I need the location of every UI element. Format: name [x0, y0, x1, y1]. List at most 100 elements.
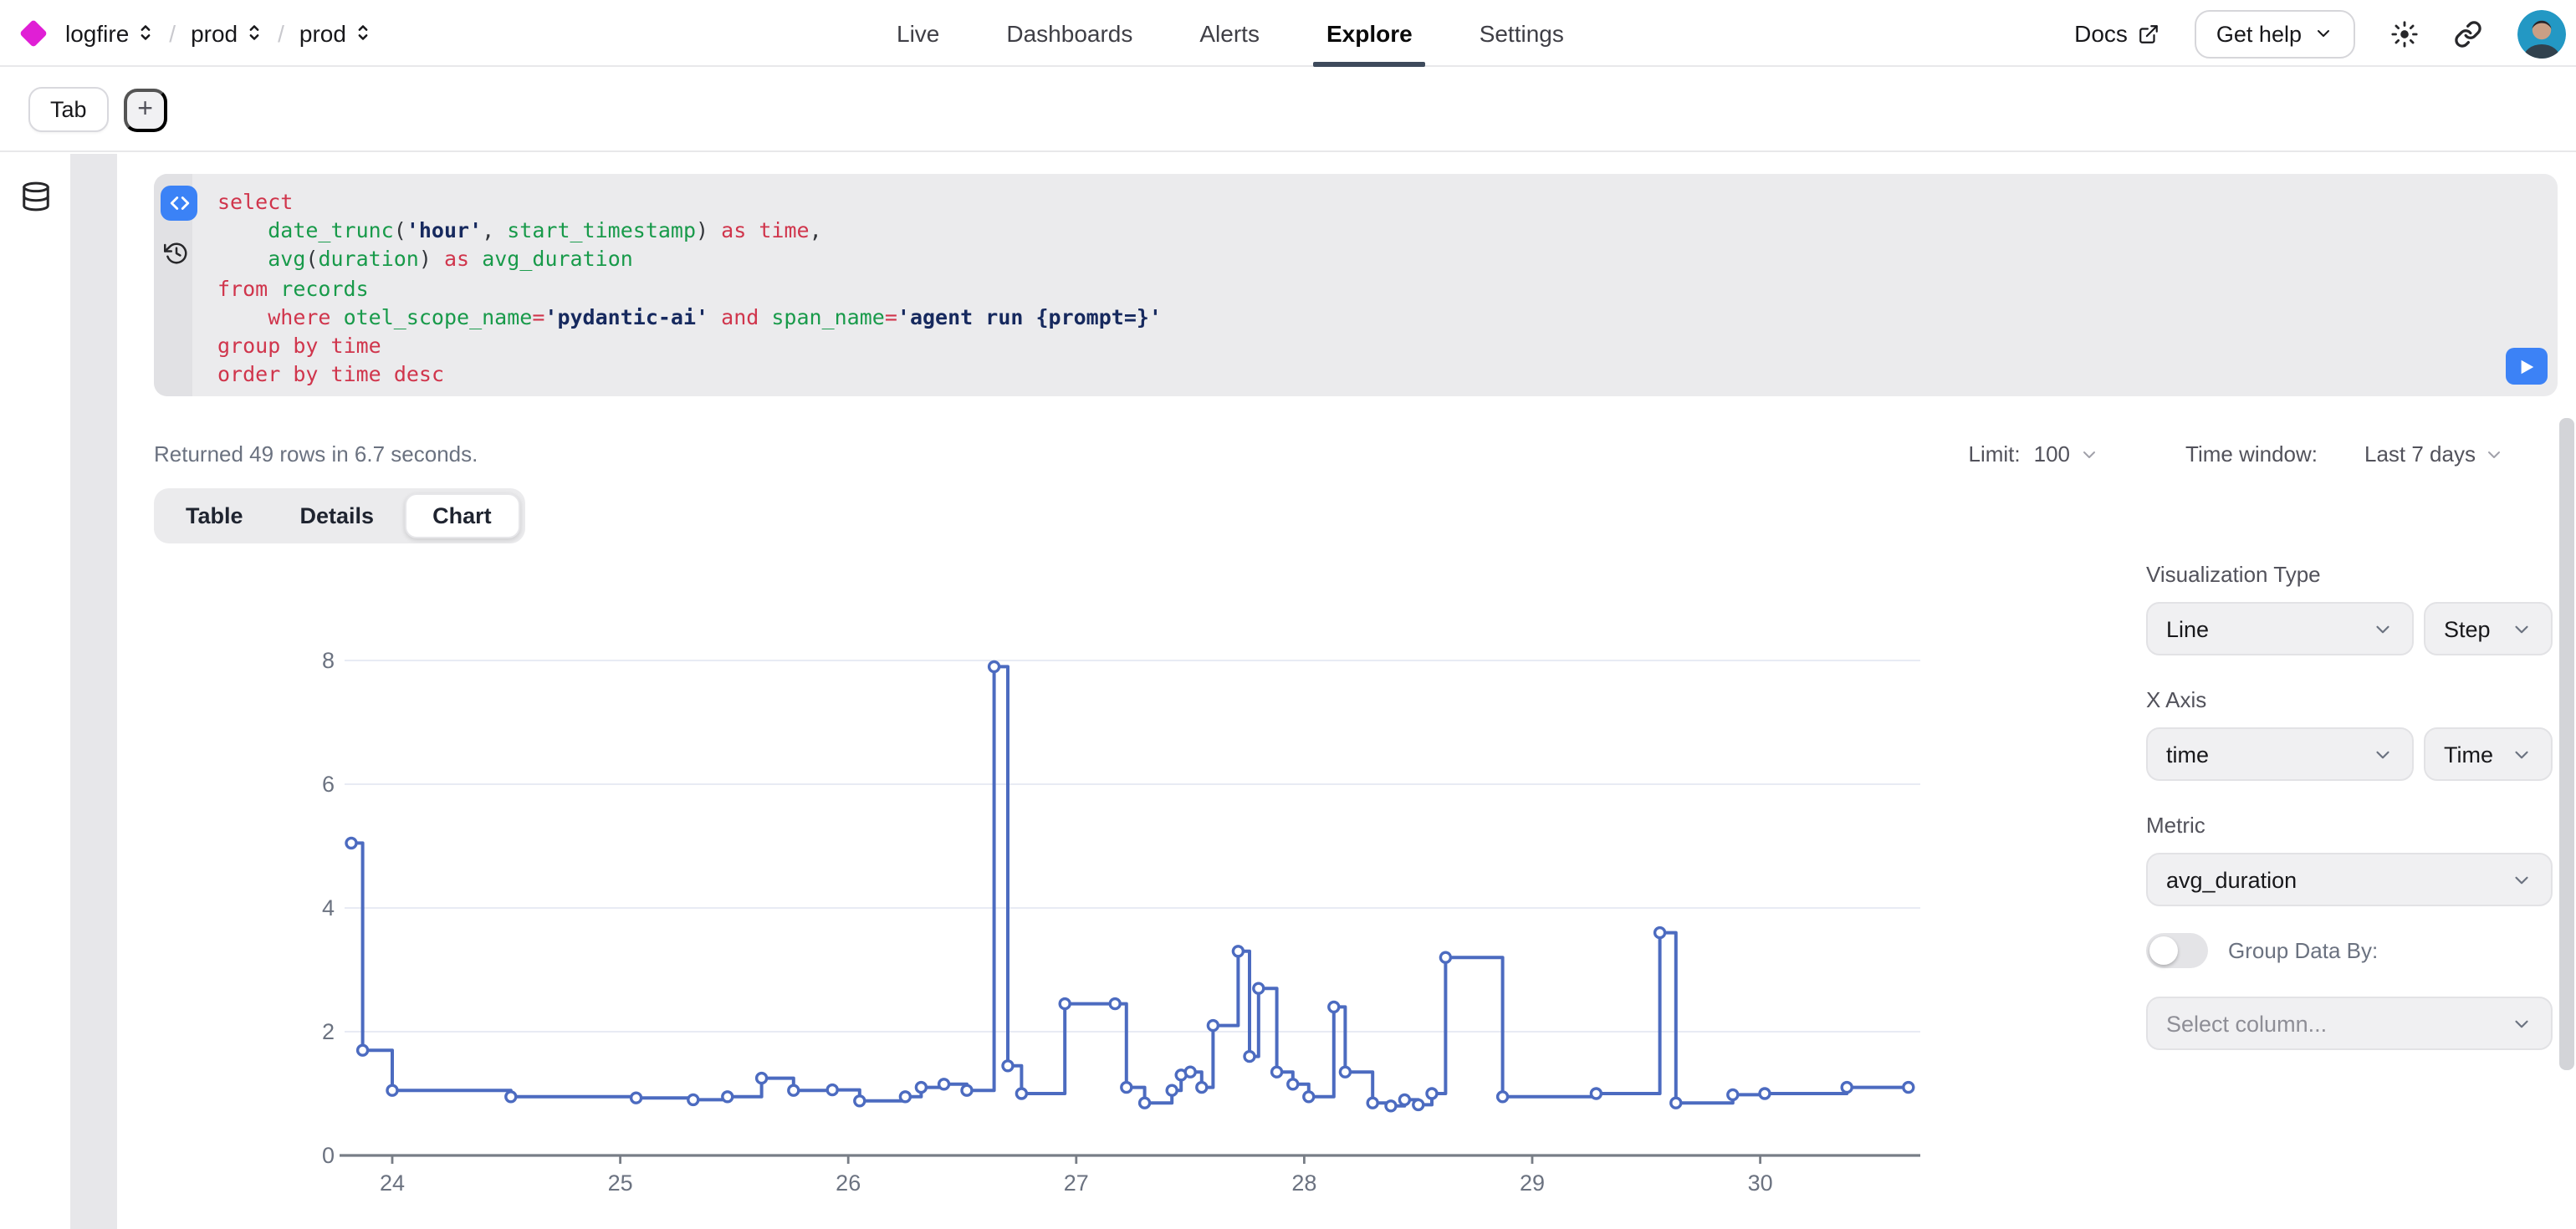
- logfire-logo-icon: [19, 18, 48, 47]
- link-icon: [2454, 19, 2482, 48]
- line-style-value: Step: [2444, 616, 2491, 641]
- sql-editor[interactable]: select date_trunc('hour', start_timestam…: [154, 174, 2558, 396]
- breadcrumb: logfire / prod / prod: [23, 19, 371, 46]
- vertical-scrollbar[interactable]: [2559, 418, 2574, 1070]
- toggle-knob: [2149, 936, 2178, 965]
- chevron-down-icon: [2511, 1012, 2533, 1034]
- theme-toggle-button[interactable]: [2390, 19, 2419, 48]
- top-navbar: logfire / prod / prod Live Dashboards Al…: [0, 0, 2576, 67]
- chevron-down-icon: [2372, 618, 2394, 640]
- nav-item-live[interactable]: Live: [897, 0, 939, 67]
- query-status-text: Returned 49 rows in 6.7 seconds.: [154, 441, 478, 467]
- svg-text:24: 24: [380, 1170, 405, 1196]
- results-controls: Limit: 100 Time window: Last 7 days: [1969, 441, 2505, 467]
- limit-label: Limit:: [1969, 441, 2021, 467]
- sort-updown-icon: [355, 23, 371, 42]
- x-axis-type-value: Time: [2444, 742, 2493, 767]
- group-data-by-label: Group Data By:: [2228, 938, 2378, 963]
- project-switcher[interactable]: prod: [191, 19, 263, 46]
- svg-text:6: 6: [322, 772, 335, 797]
- visualization-type-label: Visualization Type: [2146, 562, 2553, 587]
- history-icon: [164, 241, 189, 266]
- docs-link[interactable]: Docs: [2074, 20, 2159, 47]
- svg-text:4: 4: [322, 895, 335, 920]
- group-by-column-select[interactable]: Select column...: [2146, 997, 2553, 1050]
- svg-text:30: 30: [1748, 1170, 1773, 1196]
- svg-text:25: 25: [608, 1170, 633, 1196]
- run-query-button[interactable]: [2506, 348, 2548, 385]
- line-style-select[interactable]: Step: [2424, 602, 2553, 655]
- svg-text:29: 29: [1520, 1170, 1545, 1196]
- chart-options-panel: Visualization Type Line Step X Axis time…: [2146, 562, 2553, 1050]
- group-data-toggle[interactable]: [2146, 933, 2208, 968]
- x-axis-type-select[interactable]: Time: [2424, 727, 2553, 781]
- nav-item-alerts[interactable]: Alerts: [1199, 0, 1260, 67]
- results-status-row: Returned 49 rows in 6.7 seconds. Limit: …: [154, 441, 2504, 467]
- sort-updown-icon: [137, 23, 154, 42]
- docs-label: Docs: [2074, 20, 2128, 47]
- share-link-button[interactable]: [2454, 19, 2482, 48]
- chevron-down-icon: [2484, 444, 2504, 464]
- get-help-label: Get help: [2216, 21, 2302, 46]
- result-view-tabs: Table Details Chart: [154, 488, 525, 543]
- code-icon: [168, 192, 190, 214]
- org-name: logfire: [65, 19, 129, 46]
- chevron-down-icon: [2511, 869, 2533, 890]
- logfire-app: logfire / prod / prod Live Dashboards Al…: [0, 0, 2576, 1229]
- svg-text:0: 0: [322, 1143, 335, 1168]
- breadcrumb-separator: /: [278, 19, 284, 46]
- user-avatar[interactable]: [2517, 9, 2566, 58]
- nav-item-explore[interactable]: Explore: [1326, 0, 1413, 67]
- chevron-down-icon: [2511, 743, 2533, 765]
- sql-query-text[interactable]: select date_trunc('hour', start_timestam…: [217, 187, 1162, 389]
- breadcrumb-separator: /: [169, 19, 176, 46]
- visualization-type-value: Line: [2166, 616, 2209, 641]
- x-axis-column-select[interactable]: time: [2146, 727, 2414, 781]
- tab-chart[interactable]: Chart: [404, 493, 520, 538]
- query-tabs-bar: Tab +: [0, 69, 2576, 152]
- svg-text:2: 2: [322, 1019, 335, 1044]
- svg-text:27: 27: [1064, 1170, 1089, 1196]
- chevron-down-icon: [2313, 23, 2333, 43]
- svg-text:28: 28: [1291, 1170, 1316, 1196]
- tab-details[interactable]: Details: [273, 495, 401, 537]
- org-switcher[interactable]: logfire: [65, 19, 154, 46]
- env-name: prod: [299, 19, 346, 46]
- time-window-select[interactable]: Last 7 days: [2364, 441, 2504, 467]
- query-history-button[interactable]: [164, 241, 189, 274]
- tab-table[interactable]: Table: [159, 495, 270, 537]
- time-window-label: Time window:: [2185, 441, 2318, 467]
- chevron-down-icon: [2372, 743, 2394, 765]
- chevron-down-icon: [2511, 618, 2533, 640]
- x-axis-column-value: time: [2166, 742, 2209, 767]
- x-axis-label: X Axis: [2146, 687, 2553, 712]
- metric-select[interactable]: avg_duration: [2146, 853, 2553, 906]
- main-nav: Live Dashboards Alerts Explore Settings: [897, 0, 1564, 67]
- play-icon: [2517, 357, 2536, 375]
- schema-browser-button[interactable]: [17, 181, 54, 212]
- panel-resizer[interactable]: [70, 154, 117, 1229]
- limit-select[interactable]: 100: [2034, 441, 2098, 467]
- svg-text:26: 26: [836, 1170, 861, 1196]
- external-link-icon: [2138, 23, 2159, 44]
- database-icon: [19, 181, 51, 212]
- limit-value: 100: [2034, 441, 2070, 467]
- add-tab-button[interactable]: +: [124, 88, 167, 131]
- visualization-type-select[interactable]: Line: [2146, 602, 2414, 655]
- navbar-actions: Docs Get help: [2074, 0, 2566, 67]
- time-window-value: Last 7 days: [2364, 441, 2476, 467]
- env-switcher[interactable]: prod: [299, 19, 371, 46]
- group-by-placeholder: Select column...: [2166, 1011, 2327, 1036]
- avatar-image: [2517, 9, 2566, 58]
- query-tab[interactable]: Tab: [28, 87, 109, 132]
- nav-item-settings[interactable]: Settings: [1480, 0, 1564, 67]
- get-help-button[interactable]: Get help: [2195, 9, 2355, 58]
- svg-text:8: 8: [322, 648, 335, 673]
- avg-duration-step-chart[interactable]: 0246824252627282930: [284, 635, 1940, 1204]
- metric-value: avg_duration: [2166, 867, 2297, 892]
- format-code-button[interactable]: [161, 186, 197, 221]
- nav-item-dashboards[interactable]: Dashboards: [1006, 0, 1132, 67]
- metric-label: Metric: [2146, 813, 2553, 838]
- sun-icon: [2390, 19, 2419, 48]
- project-name: prod: [191, 19, 238, 46]
